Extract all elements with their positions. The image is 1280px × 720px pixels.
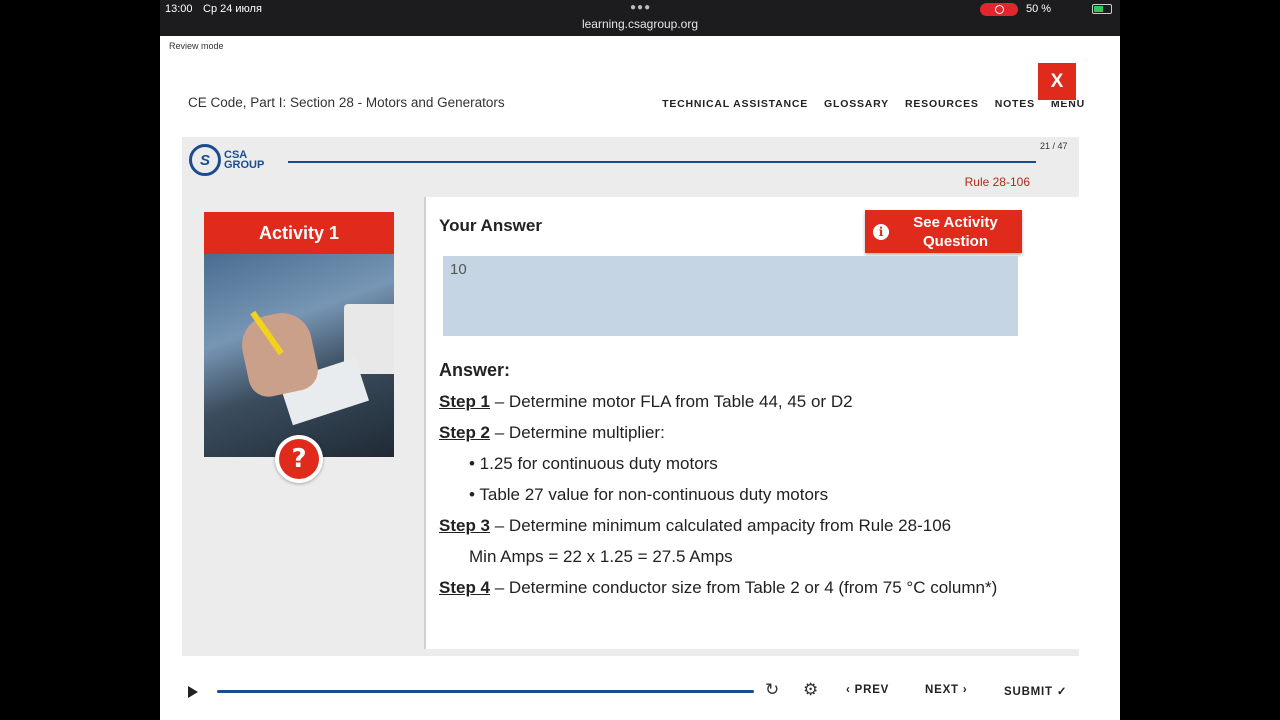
logo-line-2: GROUP [224, 159, 265, 171]
your-answer-field[interactable]: 10 [443, 256, 1018, 336]
see-activity-label: See Activity Question [913, 214, 998, 250]
slide-area: S CSA GROUP 21 / 47 Rule 28-106 Activity… [182, 137, 1079, 656]
app-frame: 13:00 Ср 24 июля ●●● learning.csagroup.o… [160, 0, 1120, 720]
step-3-text: – Determine minimum calculated ampacity … [490, 516, 952, 535]
answer-panel: Your Answer i See Activity Question 10 A… [424, 197, 1079, 649]
step-2: Step 2 – Determine multiplier: [439, 417, 1039, 448]
slide-counter: 21 / 47 [1040, 141, 1068, 151]
settings-icon[interactable]: ⚙ [803, 680, 818, 700]
battery-icon [1092, 4, 1112, 14]
csa-group-logo: S CSA GROUP [189, 144, 264, 176]
review-mode-label: Review mode [169, 41, 224, 51]
bullet-1: • 1.25 for continuous duty motors [469, 454, 718, 473]
step-3-label: Step 3 [439, 516, 491, 535]
activity-title: Activity 1 [204, 212, 394, 254]
status-date: Ср 24 июля [203, 3, 262, 15]
answer-heading: Answer: [439, 360, 511, 380]
status-time: 13:00 [165, 3, 193, 15]
activity-card: Activity 1 [204, 212, 394, 457]
answer-content: Answer: Step 1 – Determine motor FLA fro… [439, 355, 1039, 603]
nav-notes[interactable]: NOTES [995, 98, 1035, 110]
prev-button[interactable]: ‹ PREV [846, 684, 889, 696]
see-activity-question-button[interactable]: i See Activity Question [865, 210, 1022, 253]
seek-bar[interactable] [217, 690, 754, 693]
screen-record-icon [980, 3, 1018, 16]
close-button[interactable]: X [1037, 62, 1077, 101]
activity-photo [204, 254, 394, 457]
step-2-label: Step 2 [439, 423, 491, 442]
step-4: Step 4 – Determine conductor size from T… [439, 572, 1039, 603]
info-icon: i [873, 224, 889, 240]
logo-mark: S [189, 144, 221, 176]
step-1-text: – Determine motor FLA from Table 44, 45 … [490, 392, 853, 411]
bullet-2: • Table 27 value for non-continuous duty… [469, 485, 829, 504]
next-button[interactable]: NEXT › [925, 684, 968, 696]
slide-progress-line [288, 161, 1036, 163]
step-4-text: – Determine conductor size from Table 2 … [490, 578, 998, 597]
logo-wordmark: CSA GROUP [224, 150, 265, 171]
rule-reference: Rule 28-106 [964, 175, 1030, 189]
address-bar[interactable]: learning.csagroup.org [160, 17, 1120, 31]
question-button[interactable]: ? [275, 435, 323, 483]
step-1: Step 1 – Determine motor FLA from Table … [439, 386, 1039, 417]
play-icon[interactable] [188, 686, 198, 698]
step-4-label: Step 4 [439, 578, 491, 597]
nav-glossary[interactable]: GLOSSARY [824, 98, 889, 110]
step-3-calculation: Min Amps = 22 x 1.25 = 27.5 Amps [469, 547, 733, 566]
step-3: Step 3 – Determine minimum calculated am… [439, 510, 1039, 541]
player-controls: ↻ ⚙ ‹ PREV NEXT › SUBMIT ✓ [160, 672, 1120, 712]
nav-technical-assistance[interactable]: TECHNICAL ASSISTANCE [662, 98, 808, 110]
top-navigation: TECHNICAL ASSISTANCE GLOSSARY RESOURCES … [662, 98, 1085, 110]
course-title: CE Code, Part I: Section 28 - Motors and… [188, 95, 505, 110]
battery-percent: 50 % [1026, 3, 1052, 15]
step-2-text: – Determine multiplier: [490, 423, 665, 442]
multitask-dots-icon[interactable]: ●●● [630, 2, 651, 13]
step-1-label: Step 1 [439, 392, 491, 411]
submit-button[interactable]: SUBMIT ✓ [1004, 684, 1067, 698]
your-answer-heading: Your Answer [439, 216, 542, 235]
replay-icon[interactable]: ↻ [765, 680, 779, 700]
nav-resources[interactable]: RESOURCES [905, 98, 979, 110]
question-mark-icon: ? [279, 439, 319, 479]
status-bar: 13:00 Ср 24 июля ●●● learning.csagroup.o… [160, 0, 1120, 36]
